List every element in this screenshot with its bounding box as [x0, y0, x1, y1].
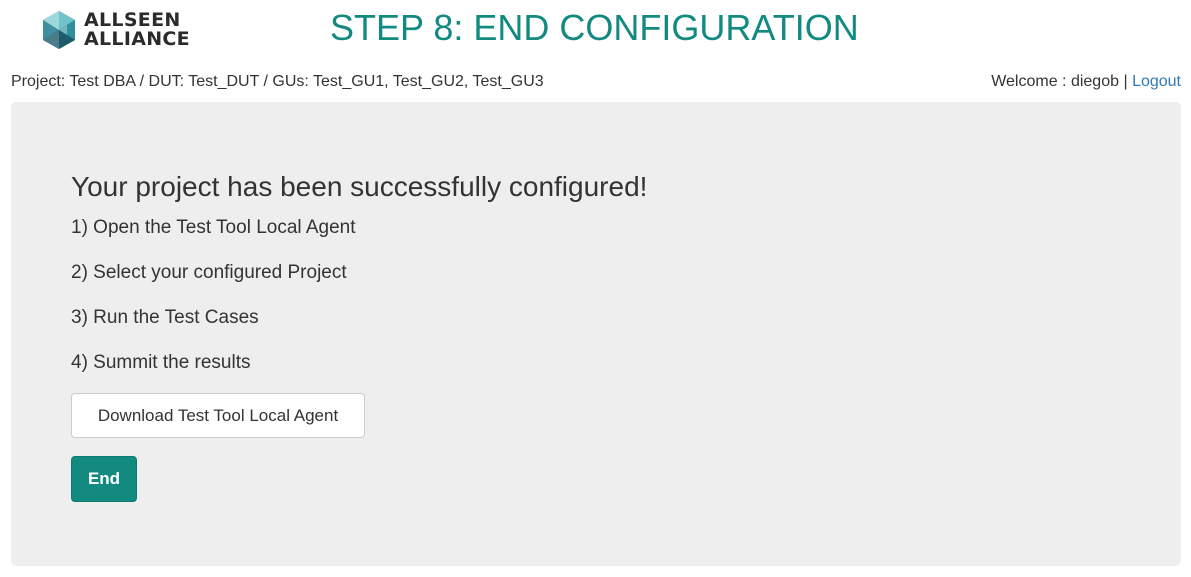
user-area: Welcome : diegob | Logout: [991, 71, 1181, 93]
info-bar: Project: Test DBA / DUT: Test_DUT / GUs:…: [11, 71, 1181, 93]
project-info: Project: Test DBA / DUT: Test_DUT / GUs:…: [11, 73, 544, 90]
allseen-alliance-logo-icon: [43, 11, 75, 49]
main-panel: Your project has been successfully confi…: [11, 102, 1181, 566]
steps-list: 1) Open the Test Tool Local Agent 2) Sel…: [71, 216, 356, 396]
step-item: 3) Run the Test Cases: [71, 307, 259, 328]
brand-name: ALLSEEN ALLIANCE: [84, 11, 190, 49]
success-heading: Your project has been successfully confi…: [71, 171, 648, 202]
brand-line-2: ALLIANCE: [84, 28, 190, 50]
logout-link[interactable]: Logout: [1132, 73, 1181, 90]
step-item: 4) Summit the results: [71, 352, 251, 373]
step-item: 1) Open the Test Tool Local Agent: [71, 217, 356, 238]
end-button[interactable]: End: [71, 456, 137, 502]
download-agent-button[interactable]: Download Test Tool Local Agent: [71, 393, 365, 438]
brand-logo[interactable]: ALLSEEN ALLIANCE: [40, 10, 190, 50]
step-item: 2) Select your configured Project: [71, 262, 347, 283]
page-title: STEP 8: END CONFIGURATION: [330, 7, 859, 48]
page: ALLSEEN ALLIANCE STEP 8: END CONFIGURATI…: [0, 0, 1191, 577]
welcome-text: Welcome : diegob: [991, 73, 1119, 90]
separator: |: [1123, 73, 1128, 90]
